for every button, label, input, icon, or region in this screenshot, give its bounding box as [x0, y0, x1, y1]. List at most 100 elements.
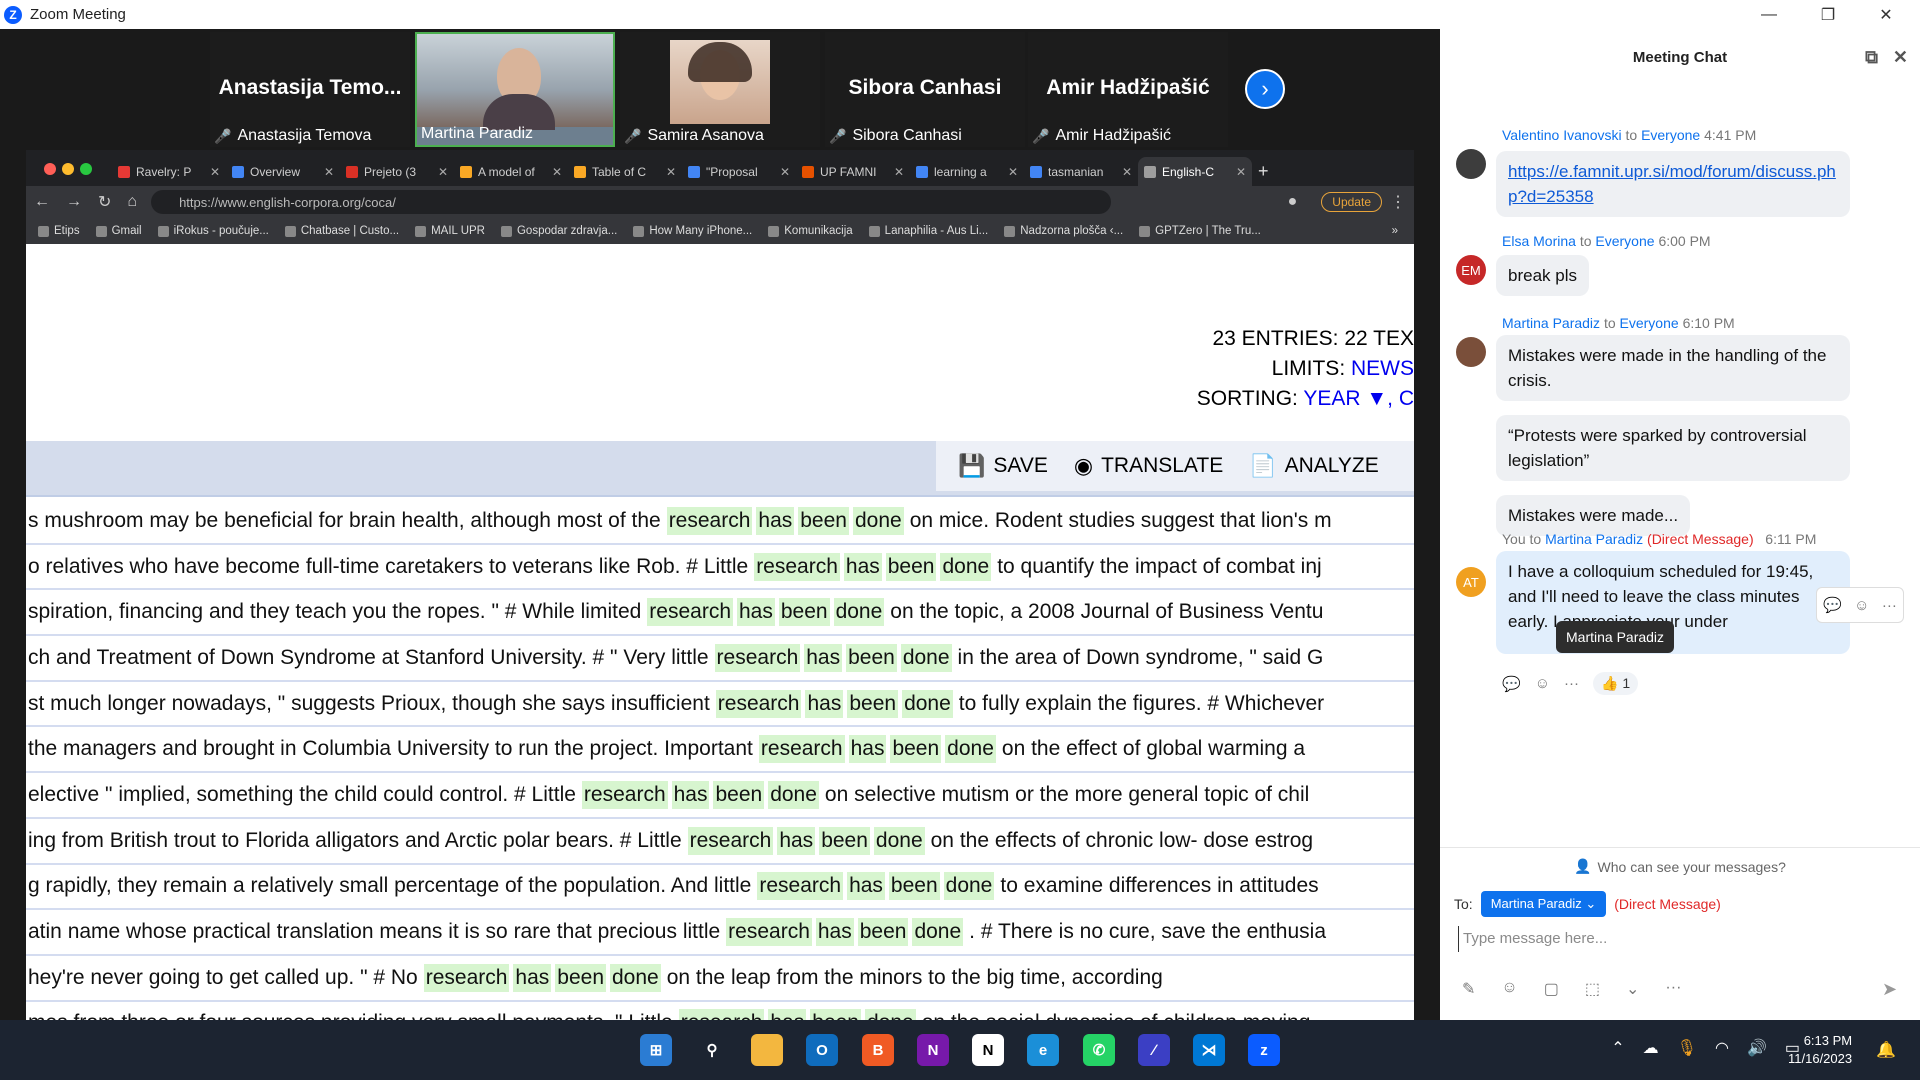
kwic-keyword[interactable]: research — [714, 643, 801, 672]
menu-icon[interactable]: ⋮ — [1390, 192, 1406, 212]
browser-tab[interactable]: UP FAMNI ✕ — [796, 157, 910, 186]
whatsapp-icon[interactable]: ✆ — [1083, 1034, 1115, 1066]
kwic-keyword[interactable]: has — [737, 598, 775, 627]
chevron-up-icon[interactable]: ⌃ — [1611, 1038, 1624, 1058]
close-tab-icon[interactable]: ✕ — [552, 165, 562, 179]
kwic-keyword[interactable]: been — [888, 872, 940, 901]
bookmark-item[interactable]: GPTZero | The Tru... — [1139, 225, 1261, 237]
kwic-row[interactable]: the managers and brought in Columbia Uni… — [26, 727, 1414, 774]
kwic-keyword[interactable]: done — [852, 506, 904, 535]
kwic-keyword[interactable]: done — [912, 918, 964, 947]
onedrive-icon[interactable]: ☁ — [1643, 1038, 1659, 1058]
kwic-keyword[interactable]: has — [847, 872, 885, 901]
kwic-keyword[interactable]: been — [713, 780, 765, 809]
kwic-keyword[interactable]: has — [805, 689, 844, 718]
kwic-row[interactable]: elective " implied, something the child … — [26, 773, 1414, 819]
translate-button[interactable]: ◉ TRANSLATE — [1074, 453, 1223, 479]
kwic-row[interactable]: st much longer nowadays, " suggests Prio… — [26, 682, 1414, 728]
close-tab-icon[interactable]: ✕ — [666, 165, 676, 179]
kwic-keyword[interactable]: research — [754, 552, 840, 581]
bookmark-item[interactable]: Gmail — [95, 225, 142, 237]
browser-tab[interactable]: A model of ✕ — [454, 157, 568, 186]
add-reaction-icon[interactable]: ☺ — [1535, 675, 1550, 692]
kwic-keyword[interactable]: done — [768, 780, 819, 809]
participant-tile[interactable]: Anastasija Temo... 🎤 Anastasija Temova — [210, 32, 410, 147]
profile-avatar-icon[interactable]: ● — [1288, 193, 1298, 211]
kwic-keyword[interactable]: research — [757, 872, 844, 901]
kwic-row[interactable]: mes from three or four sources providing… — [26, 1002, 1414, 1020]
kwic-keyword[interactable]: done — [940, 552, 992, 581]
kwic-keyword[interactable]: research — [758, 735, 845, 764]
minimize-dot-icon[interactable] — [62, 163, 74, 175]
more-bookmarks-icon[interactable]: » — [1392, 225, 1398, 237]
kwic-keyword[interactable]: done — [900, 643, 952, 672]
bookmark-item[interactable]: Komunikacija — [768, 225, 853, 237]
close-dot-icon[interactable] — [44, 163, 56, 175]
kwic-keyword[interactable]: research — [726, 918, 812, 947]
message-link[interactable]: https://e.famnit.upr.si/mod/forum/discus… — [1508, 162, 1836, 206]
add-reaction-icon[interactable]: ☺ — [1854, 597, 1869, 614]
browser-tab[interactable]: Overview ✕ — [226, 157, 340, 186]
kwic-keyword[interactable]: research — [666, 506, 753, 535]
file-icon[interactable]: ▢ — [1544, 979, 1559, 999]
notification-bell-icon[interactable]: 🔔 — [1876, 1040, 1896, 1060]
home-icon[interactable]: ⌂ — [127, 193, 137, 211]
kwic-row[interactable]: ing from British trout to Florida alliga… — [26, 819, 1414, 865]
vscode-icon[interactable]: ⋊ — [1193, 1034, 1225, 1066]
pop-out-icon[interactable]: ⧉ — [1865, 47, 1878, 68]
kwic-keyword[interactable]: has — [804, 643, 843, 672]
kwic-row[interactable]: spiration, financing and they teach you … — [26, 590, 1414, 637]
bookmark-item[interactable]: Nadzorna plošča ‹... — [1004, 225, 1123, 237]
kwic-row[interactable]: o relatives who have become full-time ca… — [26, 545, 1414, 591]
windows-start-icon[interactable]: ⊞ — [640, 1034, 672, 1066]
browser-tab[interactable]: learning a ✕ — [910, 157, 1024, 186]
reaction-badge[interactable]: 👍 1 — [1593, 672, 1639, 695]
sorting-value[interactable]: YEAR ▼, C — [1303, 387, 1414, 410]
kwic-keyword[interactable]: been — [810, 1009, 861, 1020]
sender-name[interactable]: Elsa Morina — [1502, 233, 1576, 249]
close-tab-icon[interactable]: ✕ — [894, 165, 904, 179]
participant-tile[interactable]: Sibora Canhasi 🎤 Sibora Canhasi — [825, 32, 1025, 147]
wifi-icon[interactable]: ◠ — [1715, 1038, 1729, 1058]
browser-tab[interactable]: Table of C ✕ — [568, 157, 682, 186]
bookmark-item[interactable]: Etips — [38, 225, 80, 237]
participant-tile[interactable]: 🎤 Samira Asanova — [620, 32, 820, 147]
sender-name[interactable]: Valentino Ivanovski — [1502, 127, 1622, 143]
kwic-keyword[interactable]: done — [945, 735, 996, 764]
kwic-keyword[interactable]: been — [847, 689, 899, 718]
kwic-keyword[interactable]: done — [610, 963, 661, 992]
kwic-keyword[interactable]: been — [819, 826, 870, 855]
kwic-keyword[interactable]: has — [843, 552, 882, 581]
kwic-keyword[interactable]: has — [671, 780, 710, 809]
kwic-keyword[interactable]: done — [864, 1009, 916, 1020]
notion-icon[interactable]: N — [972, 1034, 1004, 1066]
kwic-keyword[interactable]: been — [846, 643, 897, 672]
save-button[interactable]: 💾 SAVE — [958, 453, 1048, 479]
kwic-keyword[interactable]: has — [756, 506, 795, 535]
close-window-button[interactable]: ✕ — [1857, 0, 1915, 29]
kwic-row[interactable]: atin name whose practical translation me… — [26, 910, 1414, 956]
browser-tab[interactable]: Ravelry: P ✕ — [112, 157, 226, 186]
kwic-keyword[interactable]: has — [513, 963, 552, 992]
bookmark-item[interactable]: MAIL UPR — [415, 225, 485, 237]
screenshot-icon[interactable]: ⬚ — [1585, 979, 1600, 999]
bookmark-item[interactable]: iRokus - poučuje... — [157, 225, 269, 237]
kwic-keyword[interactable]: been — [798, 506, 849, 535]
outlook-icon[interactable]: O — [806, 1034, 838, 1066]
more-icon[interactable]: ··· — [1665, 979, 1681, 999]
kwic-keyword[interactable]: been — [778, 598, 830, 627]
kwic-keyword[interactable]: research — [581, 780, 668, 809]
kwic-keyword[interactable]: been — [885, 552, 937, 581]
reply-icon[interactable]: 💬 — [1502, 675, 1521, 693]
kwic-keyword[interactable]: done — [873, 826, 925, 855]
kwic-keyword[interactable]: done — [902, 689, 953, 718]
bookmark-item[interactable]: How Many iPhone... — [633, 225, 752, 237]
new-tab-button[interactable]: + — [1252, 157, 1292, 186]
clock[interactable]: 6:13 PM 11/16/2023 — [1788, 1032, 1852, 1068]
brave-browser-icon[interactable]: B — [862, 1034, 894, 1066]
browser-tab[interactable]: Prejeto (3 ✕ — [340, 157, 454, 186]
close-tab-icon[interactable]: ✕ — [1236, 165, 1246, 179]
kwic-keyword[interactable]: has — [848, 735, 887, 764]
kwic-keyword[interactable]: done — [833, 598, 885, 627]
kwic-keyword[interactable]: been — [555, 963, 606, 992]
